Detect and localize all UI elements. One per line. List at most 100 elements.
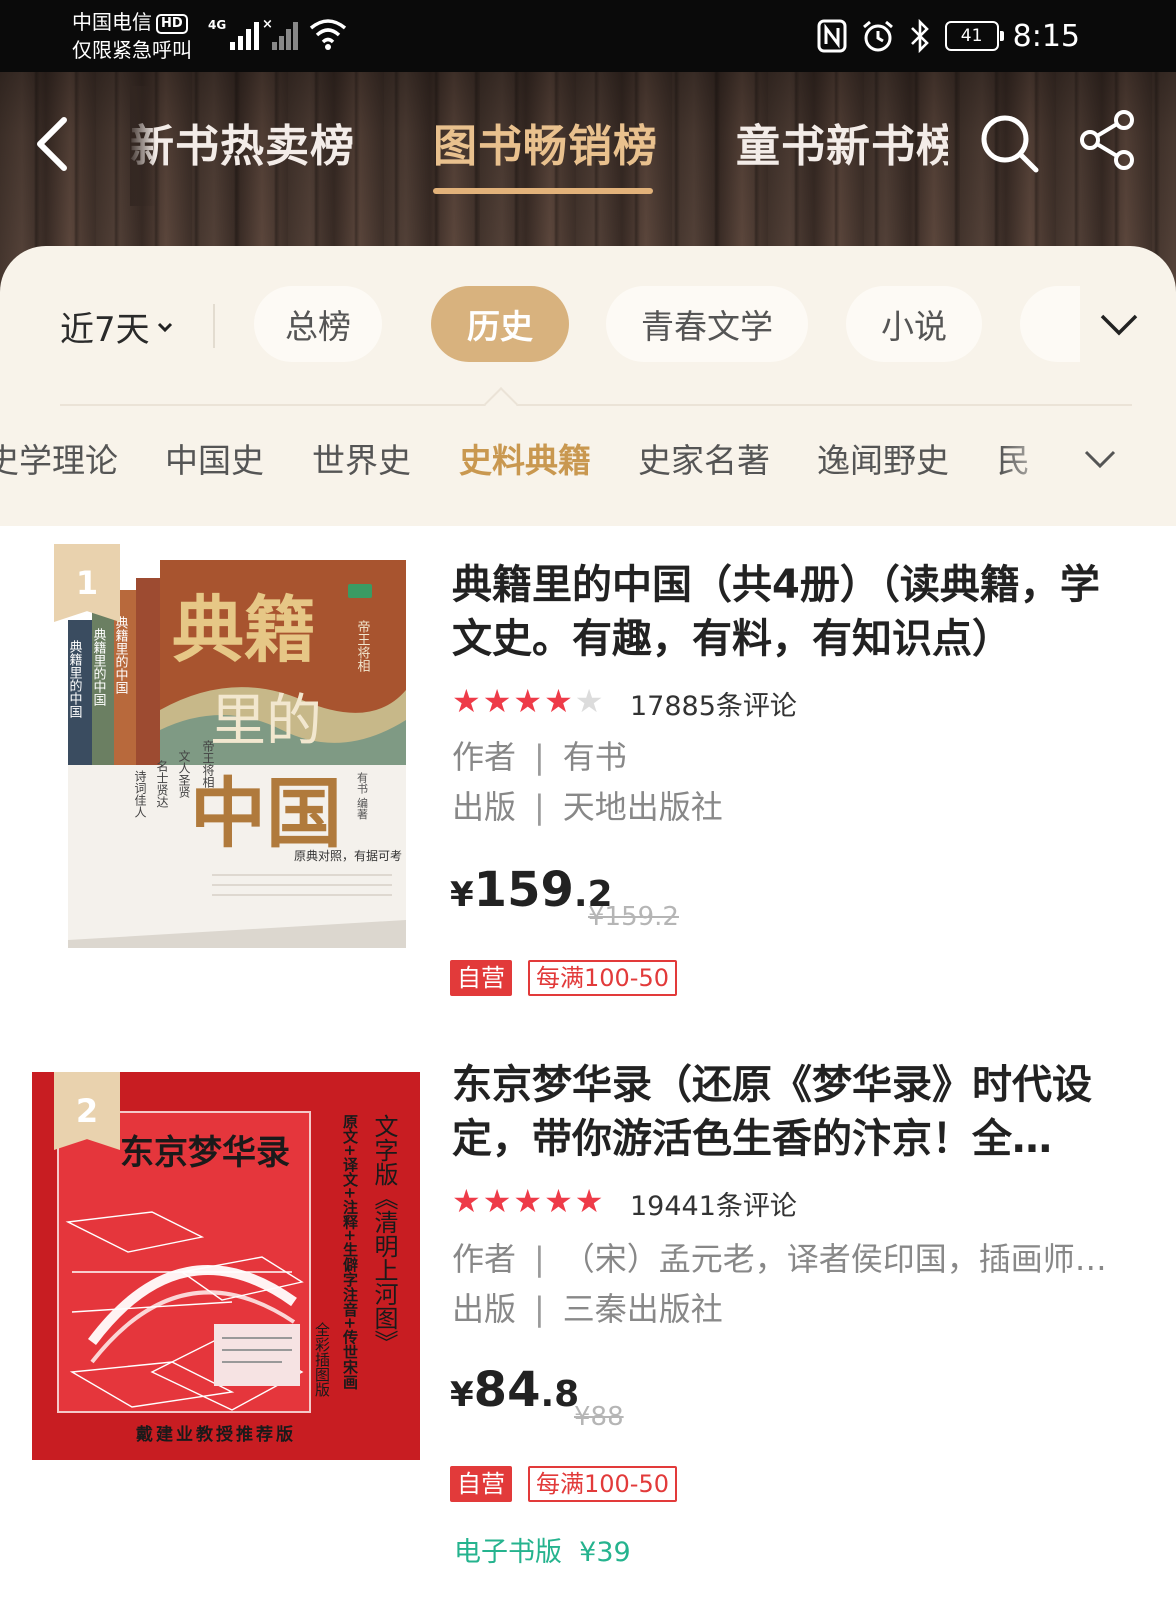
battery-icon: 41 [944,21,1004,51]
status-right: 41 8:15 [817,16,1080,56]
original-price: ¥159.2 [588,902,679,932]
cover-vol-1-front: 帝王将相 [355,619,371,672]
status-bar: 中国电信 HD 仅限紧急呼叫 4G × 41 8:15 [0,0,1176,72]
svg-text:×: × [262,17,273,32]
cover-title: 东京梦华录 [120,1133,290,1173]
self-operated-tag: 自营 [450,960,512,996]
subcategory-tabs: 史学理论 中国史 世界史 史料典籍 史家名著 逸闻野史 民 [0,246,1040,526]
cover-footer: 戴建业教授推荐版 [136,1424,296,1445]
author-name[interactable]: （宋）孟元老，译者侯印国，插画师… [563,1240,1107,1278]
cover-side-text-2: 原文+译文+注释+生僻字注音+传世宋画 [341,1114,359,1390]
cover-spine-1: 典籍里的中国 [67,640,83,718]
subtab-fade [1000,426,1080,486]
share-icon[interactable] [1076,108,1140,172]
publisher-row: 出版 | 三秦出版社 [452,1290,723,1328]
cover-title-line1: 典籍 [172,587,316,672]
cover-spine-3: 典籍里的中国 [113,616,129,694]
expand-subcategories-icon[interactable] [1078,442,1122,478]
star-empty-icon: ★ [574,682,604,720]
star-full-icon: ★ [482,1182,512,1220]
alarm-icon [862,20,893,52]
product-title[interactable]: 东京梦华录（还原《梦华录》时代设定，带你游活色生香的汴京！全… [452,1058,1132,1166]
wifi-icon [309,19,347,50]
currency-symbol: ¥ [450,875,474,915]
cover-vol-2: 文人圣贤 [177,749,191,798]
star-full-icon: ★ [452,682,481,720]
self-operated-tag: 自营 [450,1466,512,1502]
author-row: 作者 | 有书 [452,738,627,776]
publisher-row: 出版 | 天地出版社 [452,788,723,826]
product-title[interactable]: 典籍里的中国（共4册）（读典籍，学文史。有趣，有料，有知识点） [452,558,1132,666]
star-full-icon: ★ [452,1182,481,1220]
cover-vol-3: 名士贤达 [155,759,169,808]
tab-new-books[interactable]: 新书热卖榜 [130,110,355,174]
publisher-label: 出版 [452,1290,517,1328]
book-cover-art-1: 典籍里的中国 典籍里的中国 典籍里的中国 诗词佳人 名士贤达 文人圣贤 帝王将相… [67,560,406,948]
rating-stars: ★ ★ ★ ★ ★ [452,1184,603,1218]
filter-panel: 近7天 总榜 历史 青春文学 小说 史学理论 中国史 世界史 史料典籍 史家名著… [0,246,1176,526]
search-icon[interactable] [978,112,1042,176]
rating-stars: ★ ★ ★ ★ ★ [452,684,603,718]
price-integer: 84 [473,1362,541,1418]
ebook-label: 电子书版 [454,1537,562,1568]
promotion-tag: 每满100-50 [528,1466,678,1502]
cover-title-line3: 中国 [190,769,342,858]
author-row: 作者 | （宋）孟元老，译者侯印国，插画师… [452,1240,1107,1278]
ebook-link[interactable]: 电子书版 ¥39 [454,1530,631,1569]
currency-symbol: ¥ [450,1375,474,1415]
star-full-icon: ★ [544,682,573,720]
subtab-historiography[interactable]: 史学理论 [0,434,118,482]
star-full-icon: ★ [513,1182,543,1220]
subtab-world-history[interactable]: 世界史 [312,434,411,482]
cellular-signal-icon: 4G [208,18,259,50]
cover-vol-4: 诗词佳人 [133,770,147,818]
star-full-icon: ★ [544,1182,573,1220]
cover-spine-2: 典籍里的中国 [91,628,107,706]
subtab-historical-classics[interactable]: 史料典籍 [459,434,591,482]
nfc-icon [817,19,847,53]
tab-childrens-books[interactable]: 童书新书榜 [736,110,948,174]
back-arrow-icon[interactable] [28,108,88,178]
carrier-note: 仅限紧急呼叫 [72,38,192,62]
author-label: 作者 [452,738,517,776]
promotion-tag: 每满100-50 [528,960,678,996]
network-type: 4G [208,18,226,32]
carrier-name: 中国电信 [72,10,152,34]
author-name[interactable]: 有书 [563,738,627,776]
clock: 8:15 [1012,18,1080,54]
publisher-name[interactable]: 三秦出版社 [563,1290,723,1328]
active-tab-indicator [433,188,653,194]
cover-editor: 有书 编著 [356,771,369,820]
review-count[interactable]: 17885条评论 [630,684,797,723]
author-label: 作者 [452,1240,517,1278]
top-nav: 新书热卖榜 图书畅销榜 童书新书榜 [0,86,1176,206]
tab-bestsellers[interactable]: 图书畅销榜 [433,110,658,174]
current-price: ¥84.8 [450,1362,579,1418]
subtab-anecdotes[interactable]: 逸闻野史 [817,434,949,482]
price-integer: 159 [473,862,574,918]
subtab-chinese-history[interactable]: 中国史 [165,434,264,482]
nav-fade-left [130,86,156,206]
star-full-icon: ★ [574,1182,604,1220]
star-full-icon: ★ [482,682,512,720]
carrier-info: 中国电信 HD 仅限紧急呼叫 [72,8,192,64]
subtab-historian-masterpieces[interactable]: 史家名著 [638,434,770,482]
rank-badge: 2 [54,1072,120,1150]
publisher-label: 出版 [452,788,517,826]
bluetooth-icon [910,19,929,53]
cover-title-line2: 里的 [210,689,322,754]
expand-categories-icon[interactable] [1094,306,1144,346]
cover-slogan: 原典对照，有据可考 [294,849,402,863]
book-cover-1[interactable]: 典籍里的中国 典籍里的中国 典籍里的中国 诗词佳人 名士贤达 文人圣贤 帝王将相… [32,560,420,948]
review-count[interactable]: 19441条评论 [630,1184,797,1223]
star-full-icon: ★ [513,682,543,720]
cover-side-text-1: 文字版《清明上河图》 [370,1114,398,1354]
cover-side-text-3: 全彩插图版 [313,1321,331,1398]
publisher-name[interactable]: 天地出版社 [563,788,723,826]
battery-level: 41 [960,26,983,46]
hd-badge: HD [156,14,188,34]
original-price: ¥88 [574,1402,624,1432]
ebook-price: ¥39 [579,1537,631,1568]
rank-badge: 1 [54,544,120,622]
cellular-signal-2-icon: × [262,17,298,50]
